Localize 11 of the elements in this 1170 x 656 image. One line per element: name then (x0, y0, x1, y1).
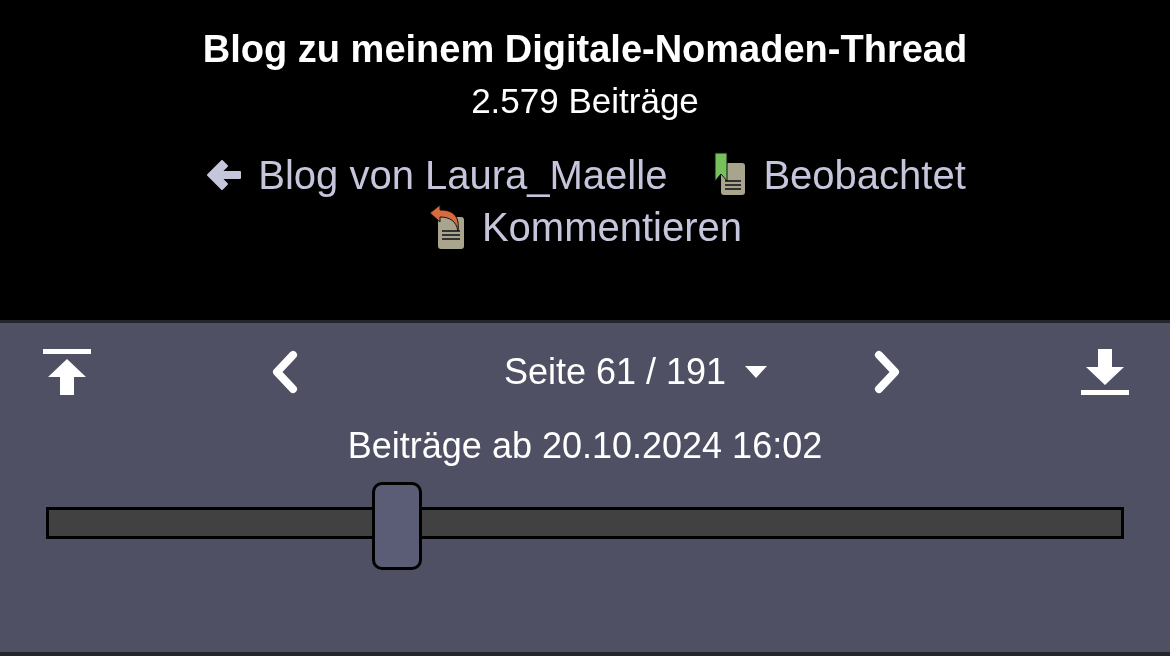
date-label: Beiträge ab 20.10.2024 16:02 (347, 425, 823, 467)
slider-thumb[interactable] (372, 482, 423, 570)
watched-link[interactable]: Beobachtet (709, 151, 966, 199)
last-page-button[interactable] (1080, 347, 1130, 397)
page-selector[interactable]: Seite 61 / 191 (503, 351, 769, 393)
thread-title: Blog zu meinem Digitale-Nomaden-Thread (202, 28, 968, 71)
post-count: 2.579 Beiträge (471, 81, 699, 121)
caret-icon (744, 365, 769, 379)
comment-link[interactable]: Kommentieren (427, 203, 743, 251)
back-link[interactable]: Blog von Laura_Maelle (204, 151, 668, 199)
first-page-button[interactable] (42, 347, 92, 397)
